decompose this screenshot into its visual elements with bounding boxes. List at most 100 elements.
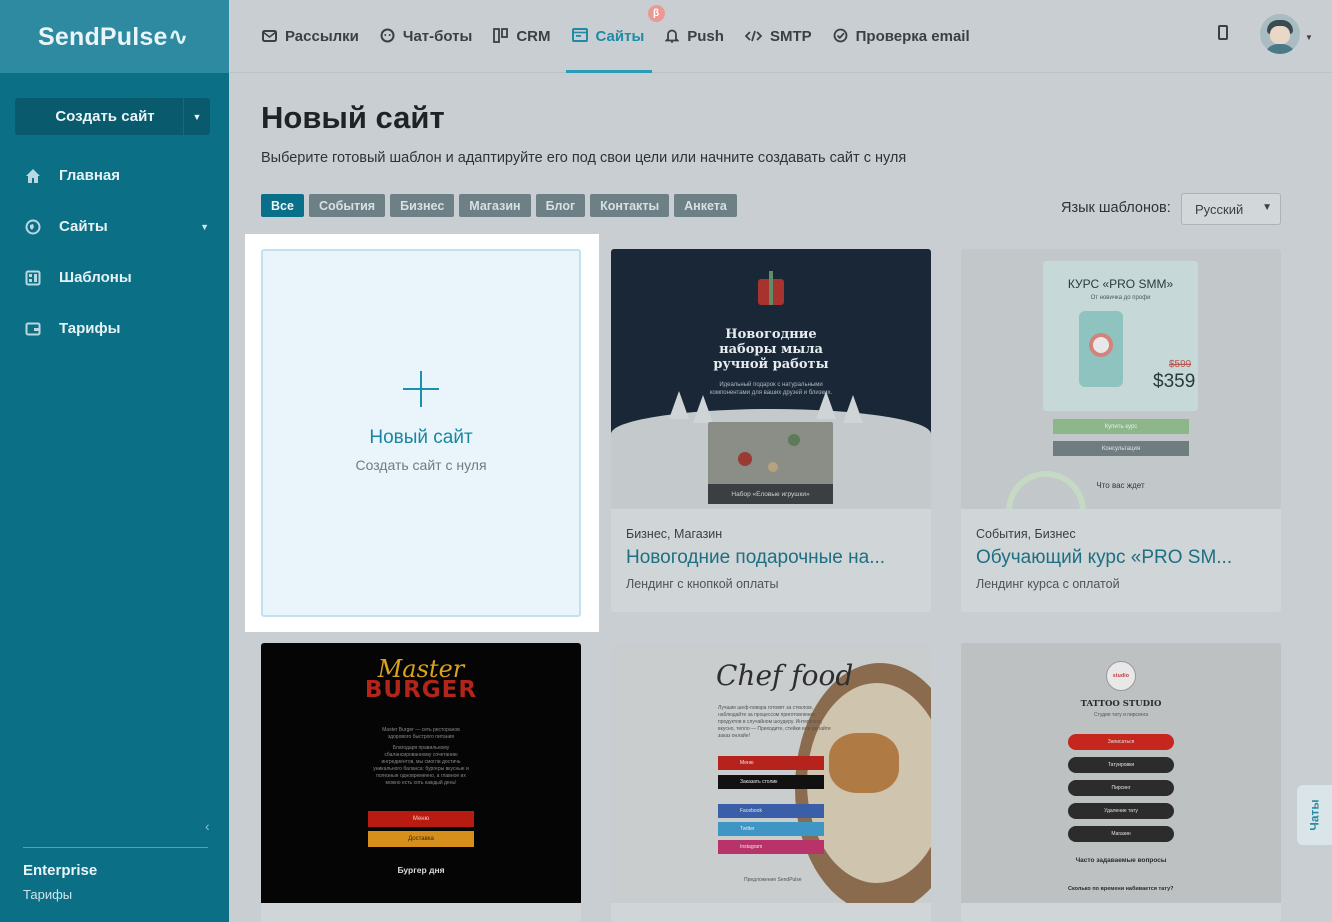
card-category: Бизнес, Магазин [626,527,723,541]
template-card[interactable]: КУРС «PRO SMM» От новичка до профи $599 … [961,249,1281,612]
preview-tree [843,395,863,423]
tab-label: Push [687,28,724,45]
chevron-down-icon[interactable]: ▼ [183,98,210,135]
product-tabs: Рассылки Чат-боты CRM Сайты β Push SMTP … [262,0,991,73]
preview-logo-title: Chef food [716,659,854,692]
category-filters: Все События Бизнес Магазин Блог Контакты… [261,194,742,217]
filter-survey[interactable]: Анкета [674,194,737,217]
sidebar-item-templates[interactable]: Шаблоны [0,252,229,303]
preview-section-title: Бургер дня [397,865,445,875]
chevron-down-icon: ▼ [1262,202,1272,213]
filter-shop[interactable]: Магазин [459,194,531,217]
preview-caption: Набор «Еловые игрушки» [708,484,833,504]
template-preview: Новогодние наборы мыла ручной работы Иде… [611,249,931,509]
sites-icon [571,28,588,45]
preview-shop-button: Магазин [1068,826,1174,842]
sidebar-item-label: Шаблоны [59,269,132,286]
card-title[interactable]: Новогодние подарочные на... [626,547,916,569]
sidebar-item-pricing[interactable]: Тарифы [0,303,229,354]
chat-bot-icon [380,28,395,46]
filter-all[interactable]: Все [261,194,304,217]
plan-link[interactable]: Тарифы [23,887,72,902]
tab-label: Чат-боты [402,28,473,45]
sidebar-item-home[interactable]: Главная [0,150,229,201]
preview-tattoo-button: Татуировки [1068,757,1174,773]
filter-events[interactable]: События [308,194,386,217]
sidebar-item-sites[interactable]: Сайты ▼ [0,201,229,252]
divider [23,847,208,848]
preview-heading: Новогодние [725,327,817,342]
preview-heading: TATTOO STUDIO [1080,699,1162,709]
ornament [788,434,800,446]
preview-heading: ручной работы [713,357,829,372]
logo-bar: SendPulse∿ [0,0,229,73]
filter-contacts[interactable]: Контакты [590,194,670,217]
template-card[interactable]: Master BURGER Master Burger — сеть ресто… [261,643,581,922]
card-info: Бизнес, Магазин Новогодние подарочные на… [611,509,931,612]
plus-icon [403,371,439,407]
sidebar-nav: Главная Сайты ▼ Шаблоны Тарифы [0,150,229,354]
preview-text: Благодаря правильному сбалансированному … [373,745,469,786]
preview-heading: наборы мыла [719,342,823,357]
preview-menu-button: Меню [718,756,824,770]
card-description: Лендинг с кнопкой оплаты [626,577,779,591]
tab-label: Сайты [595,28,645,45]
preview-text: Лучшие шеф-повара готовят за стеклом, на… [718,705,831,739]
logo-text: SendPulse [38,22,168,51]
preview-footer: Предложение SendPulse [744,877,802,883]
preview-removal-button: Удаление тату [1068,803,1174,819]
preview-tree [693,395,713,423]
mobile-icon[interactable] [1218,25,1228,40]
template-icon [24,269,42,287]
plan-name: Enterprise [23,862,98,879]
tab-smtp[interactable]: SMTP [744,0,812,73]
bell-icon [664,28,680,46]
template-card[interactable]: studio TATTOO STUDIO Студия тату и пирси… [961,643,1281,922]
tab-email-verify[interactable]: Проверка email [833,0,970,73]
template-language-select[interactable]: Русский ▼ [1181,193,1281,225]
chats-tab[interactable]: Чаты [1297,785,1332,845]
tab-label: SMTP [769,28,812,45]
preview-ring [1006,471,1086,509]
chats-label: Чаты [1307,799,1322,831]
preview-faq-question: Сколько по времени набивается тату? [1068,886,1174,892]
template-card[interactable]: Chef food Лучшие шеф-повара готовят за с… [611,643,931,922]
avatar-body [1264,44,1296,54]
preview-logo: studio [1106,661,1136,691]
tab-chatbots[interactable]: Чат-боты [380,0,472,73]
sendpulse-logo[interactable]: SendPulse∿ [38,22,189,52]
tab-crm[interactable]: CRM [493,0,551,73]
avatar[interactable] [1260,14,1300,54]
new-site-subtitle: Создать сайт с нуля [355,457,487,473]
template-card[interactable]: Новогодние наборы мыла ручной работы Иде… [611,249,931,612]
tab-push[interactable]: Push [664,0,724,73]
tab-sites[interactable]: Сайты β [565,0,665,73]
preview-buy-button: Купить курс [1053,419,1189,434]
globe-icon [24,218,42,236]
filter-blog[interactable]: Блог [535,194,586,217]
wallet-icon [24,320,42,338]
tab-label: CRM [516,28,551,45]
preview-menu-button: Меню [368,811,474,827]
preview-faq-title: Часто задаваемые вопросы [1075,857,1167,864]
preview-subheading: От новичка до профи [1090,295,1151,301]
preview-section-title: Что вас ждет [1096,481,1145,490]
preview-text: Master Burger — сеть ресторанов здоровог… [382,727,460,740]
template-language-label: Язык шаблонов: [1061,200,1171,216]
new-site-card[interactable]: Новый сайт Создать сайт с нуля [261,249,581,617]
collapse-sidebar-icon[interactable]: ‹ [205,818,210,834]
template-preview: studio TATTOO STUDIO Студия тату и пирси… [961,643,1281,903]
card-description: Лендинг курса с оплатой [976,577,1120,591]
sidebar-item-label: Тарифы [59,320,121,337]
card-title[interactable]: Обучающий курс «PRO SM... [976,547,1266,569]
home-icon [24,167,42,185]
template-preview: Chef food Лучшие шеф-повара готовят за с… [611,643,931,903]
card-category: События, Бизнес [976,527,1076,541]
preview-logo-title: BURGER [364,677,478,703]
filter-business[interactable]: Бизнес [390,194,455,217]
chevron-down-icon[interactable]: ▼ [1305,33,1313,42]
tab-mailings[interactable]: Рассылки [262,0,359,73]
preview-subheading: Студия тату и пирсинга [1093,712,1149,718]
preview-tree [669,391,689,419]
create-site-button[interactable]: Создать сайт ▼ [15,98,210,135]
